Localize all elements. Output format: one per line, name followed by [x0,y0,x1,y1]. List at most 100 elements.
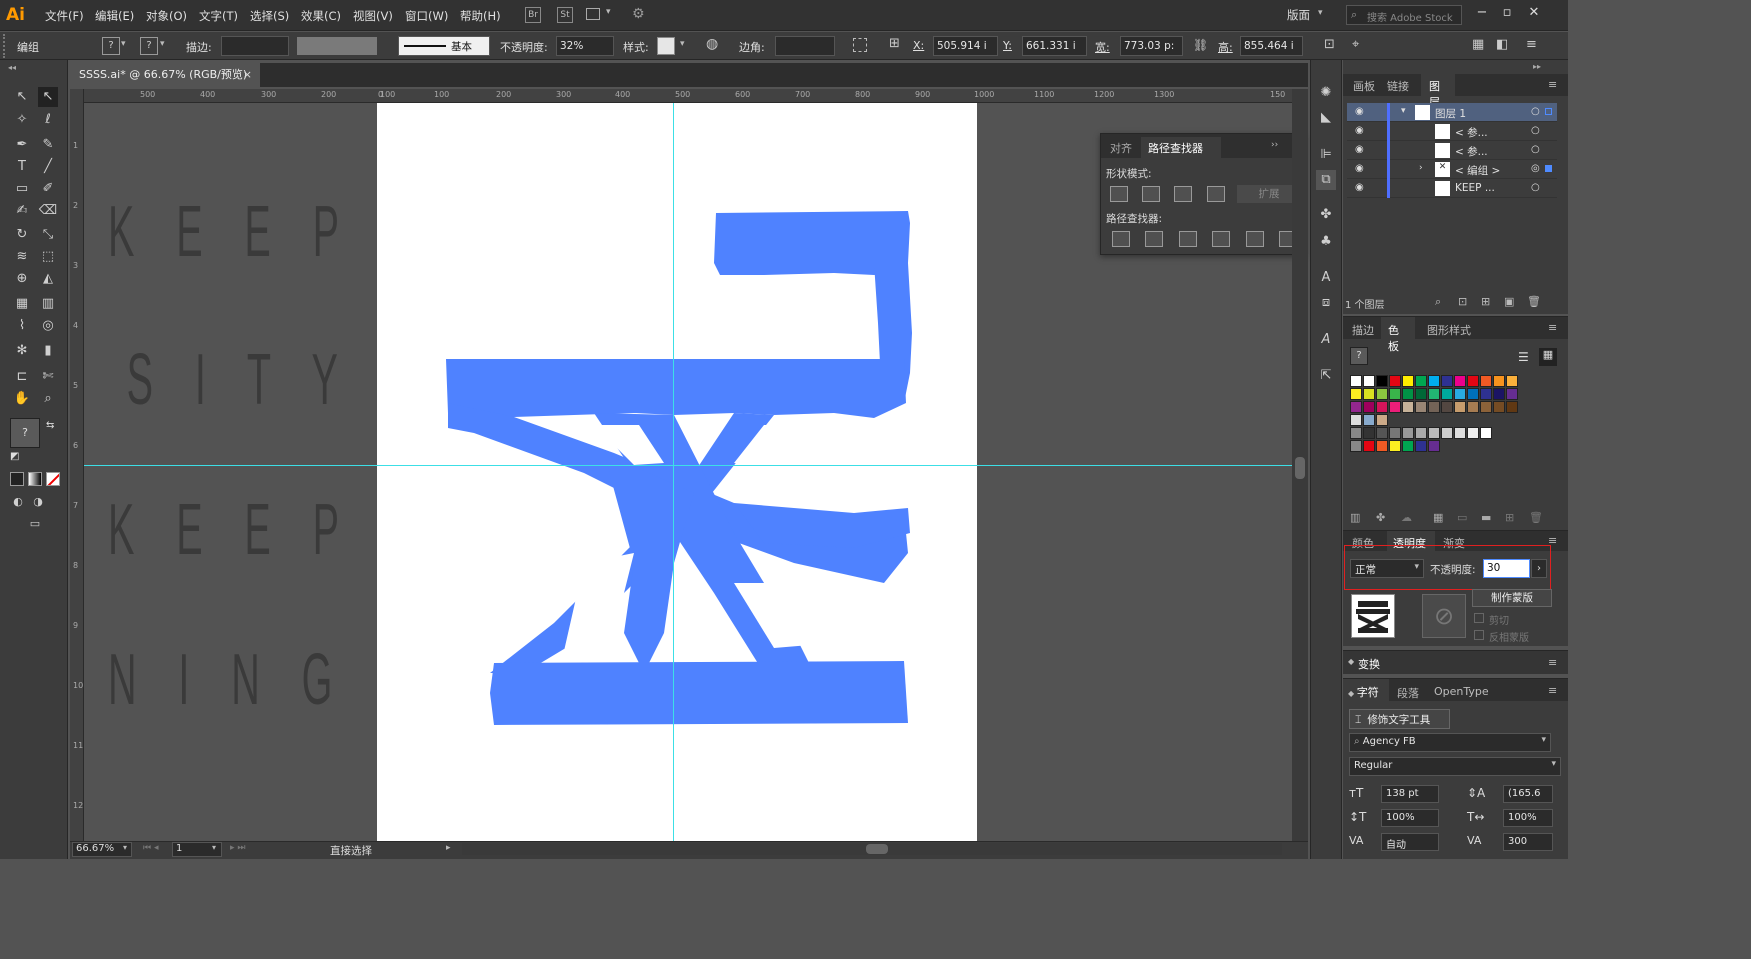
rotate-tool-icon[interactable]: ↻ [12,225,32,245]
swatch[interactable] [1428,427,1440,439]
chevron-down-icon[interactable]: ▾ [160,39,165,49]
opacity-field[interactable]: 32% [556,36,614,56]
horizontal-guide[interactable] [84,465,1292,466]
swatch[interactable] [1402,440,1414,452]
swatch-libraries-icon[interactable]: ▥ [1350,511,1360,524]
swatch[interactable] [1363,375,1375,387]
canvas-text-osity[interactable]: O S I T Y [84,339,353,421]
menu-effect[interactable]: 效果(C) [301,8,341,24]
first-artboard-icon[interactable]: ⏮ ◂ [143,843,158,853]
swatch[interactable] [1441,427,1453,439]
swatch[interactable] [1415,401,1427,413]
transform-panel-header[interactable]: ◆ 变换 ≡ [1343,650,1568,674]
arrange-icon[interactable]: ▦ [1472,37,1484,52]
layer-row-group2[interactable]: ◉ < 参... ○ [1347,141,1557,160]
swatch[interactable] [1415,440,1427,452]
draw-behind-icon[interactable]: ◑ [28,492,48,512]
swatch[interactable] [1480,388,1492,400]
swatch[interactable] [1480,427,1492,439]
chevron-down-icon[interactable]: ▾ [680,39,685,49]
constrain-proportions-icon[interactable]: ⛓ [1193,38,1208,52]
default-colors-icon[interactable]: ◩ [10,451,19,462]
swatch[interactable] [1415,388,1427,400]
shaper-tool-icon[interactable]: ✍ [12,201,32,221]
merge-icon[interactable] [1179,231,1197,247]
chevron-right-icon[interactable]: › [1419,163,1423,173]
menu-help[interactable]: 帮助(H) [460,8,501,24]
create-sublayer-icon[interactable]: ⊞ [1481,295,1490,308]
crop-icon[interactable] [1212,231,1230,247]
maximize-icon[interactable]: ▫ [1497,4,1517,22]
new-color-group-icon[interactable]: ▭ [1457,511,1467,524]
swatch-options-icon[interactable]: ▦ [1433,511,1443,524]
swatch[interactable] [1467,401,1479,413]
eye-icon[interactable]: ◉ [1355,106,1364,117]
swatch[interactable] [1441,388,1453,400]
swatch[interactable] [1389,427,1401,439]
tracking-field[interactable]: 300 [1503,833,1553,851]
blended-artwork[interactable] [434,203,914,733]
swatch[interactable] [1363,388,1375,400]
vertical-ruler[interactable]: 1 2 3 4 5 6 7 8 9 10 11 12 [70,89,84,841]
swatch[interactable] [1402,401,1414,413]
swatch[interactable] [1402,375,1414,387]
gradient-panel-icon[interactable]: ◣ [1316,108,1336,128]
menu-file[interactable]: 文件(F) [45,8,84,24]
line-tool-icon[interactable]: ╱ [38,157,58,177]
selection-tool-icon[interactable]: ↖ [12,87,32,107]
horizontal-scale-field[interactable]: 100% [1503,809,1553,827]
divide-icon[interactable] [1112,231,1130,247]
swatch[interactable] [1428,388,1440,400]
panel-menu-icon[interactable]: ≡ [1548,684,1557,697]
panel-toggle-icon[interactable]: ◧ [1496,37,1508,52]
swatch[interactable] [1441,375,1453,387]
menu-window[interactable]: 窗口(W) [405,8,448,24]
screen-mode-icon[interactable]: ▭ [25,514,45,534]
close-icon[interactable]: ✕ [1524,4,1544,22]
none-mode-icon[interactable] [46,472,60,486]
align-to-selection-icon[interactable] [853,38,867,52]
panel-menu-icon[interactable]: ≡ [1548,656,1557,669]
layer-row-layer1[interactable]: ◉ ▾ 图层 1 ○ [1347,103,1557,122]
document-tab[interactable]: SSSS.ai* @ 66.67% (RGB/预览) × [70,63,260,87]
curvature-tool-icon[interactable]: ✎ [38,135,58,155]
fill-color-icon[interactable]: ? [102,37,120,55]
zoom-tool-icon[interactable]: ⌕ [38,389,58,409]
list-view-icon[interactable]: ☰ [1518,350,1529,364]
swatch[interactable] [1467,388,1479,400]
swatch[interactable] [1363,440,1375,452]
tab-character[interactable]: ◆ 字符 [1343,679,1389,701]
stroke-color-icon[interactable]: ? [140,37,158,55]
artboard-tool-icon[interactable]: ⊏ [12,367,32,387]
stock-icon[interactable]: St [557,7,573,23]
canvas-text-ning[interactable]: N I N G [108,639,348,721]
swatch[interactable] [1350,388,1362,400]
chevron-down-icon[interactable]: ▾ [1401,106,1406,116]
perspective-grid-tool-icon[interactable]: ◭ [38,269,58,289]
status-menu-icon[interactable]: ▸ [446,843,451,853]
hand-tool-icon[interactable]: ✋ [12,389,32,409]
export-panel-icon[interactable]: ⇱ [1316,366,1336,386]
target-icon[interactable]: ◎ [1531,163,1540,174]
swatch[interactable] [1402,388,1414,400]
reference-point-icon[interactable]: ⊞ [889,36,900,51]
swatch[interactable] [1428,375,1440,387]
horizontal-ruler[interactable]: 500 400 300 200 100 0 100 200 300 400 50… [84,89,1292,103]
chevron-down-icon[interactable]: ▾ [606,7,611,17]
target-icon[interactable]: ○ [1531,125,1540,136]
pathfinder-panel-icon[interactable]: ⧉ [1316,170,1336,190]
unite-icon[interactable] [1110,186,1128,202]
workspace-switcher[interactable]: 版面 [1287,7,1310,23]
fill-swatch-icon[interactable]: ? [10,418,40,448]
clip-checkbox[interactable] [1474,613,1484,623]
trim-icon[interactable] [1145,231,1163,247]
outline-icon[interactable] [1246,231,1264,247]
cloud-library-icon[interactable]: ☁ [1401,511,1412,524]
graph-tool-icon[interactable]: ▮ [38,341,58,361]
swatch[interactable] [1376,401,1388,413]
menu-view[interactable]: 视图(V) [353,8,393,24]
kerning-field[interactable]: 自动 [1381,833,1439,851]
transform-icon[interactable]: ⊡ [1324,37,1335,52]
isolate-icon[interactable]: ⌖ [1352,37,1359,52]
intersect-icon[interactable] [1174,186,1192,202]
